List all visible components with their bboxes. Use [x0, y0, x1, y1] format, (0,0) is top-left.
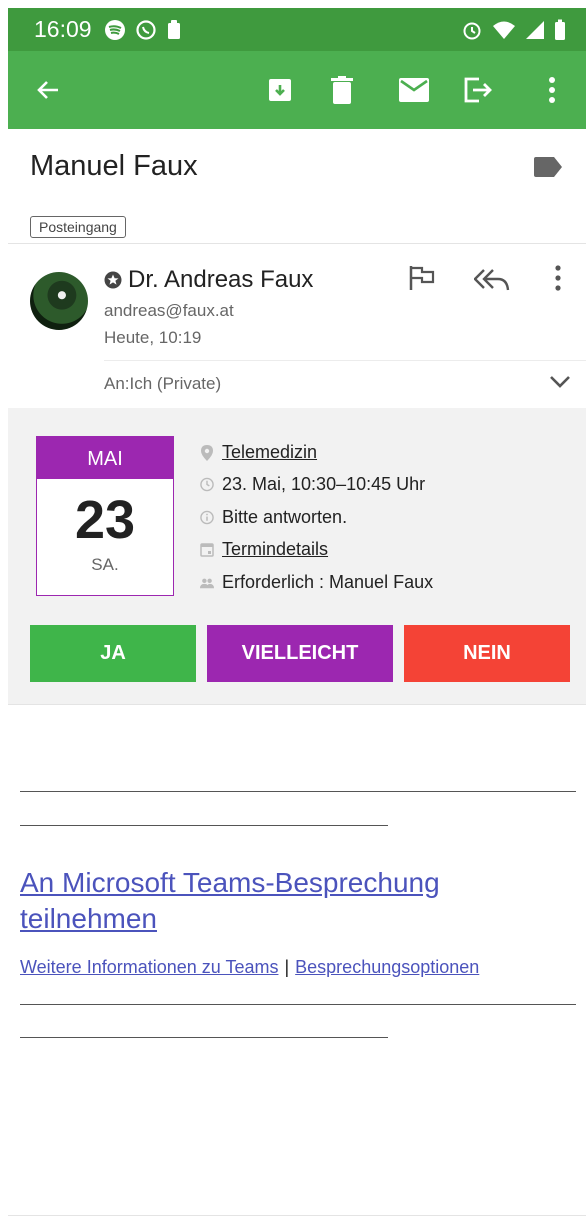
link-separator: | — [284, 957, 290, 977]
sender-row[interactable]: Dr. Andreas Faux — [104, 266, 313, 294]
invite-details-link[interactable]: Termindetails — [222, 539, 328, 560]
join-teams-meeting-link[interactable]: An Microsoft Teams-Besprechung teilnehme… — [20, 865, 560, 937]
reply-all-button[interactable] — [473, 268, 510, 297]
rsvp-no-button[interactable]: NEIN — [404, 625, 570, 682]
flag-icon — [409, 266, 435, 290]
folder-badge[interactable]: Posteingang — [30, 216, 126, 238]
expand-details-button[interactable] — [549, 375, 571, 394]
calendar-icon — [200, 543, 214, 557]
calendar-invite: MAI 23 SA. Telemedizin 23. Mai, 10:30–10… — [8, 408, 586, 704]
message-more-button[interactable] — [554, 265, 562, 296]
avatar[interactable] — [30, 272, 88, 330]
message-date: Heute, 10:19 — [104, 328, 202, 347]
more-vert-icon — [549, 77, 555, 103]
recipient-line[interactable]: An:Ich (Private) — [104, 374, 221, 394]
sender-name: Dr. Andreas Faux — [128, 266, 314, 293]
rsvp-yes-button[interactable]: JA — [30, 625, 196, 682]
divider — [104, 360, 586, 361]
alarm-icon — [463, 22, 481, 39]
info-icon — [200, 510, 214, 525]
mark-unread-button[interactable] — [394, 51, 434, 129]
invite-month: MAI — [37, 437, 173, 479]
divider — [8, 243, 586, 244]
mail-icon — [399, 78, 429, 102]
separator-line — [20, 1004, 576, 1005]
separator-line — [20, 825, 388, 826]
invite-attendees: Erforderlich : Manuel Faux — [222, 572, 434, 592]
clipboard-icon — [167, 19, 180, 39]
invite-time-row: 23. Mai, 10:30–10:45 Uhr — [200, 474, 425, 495]
wifi-icon — [493, 21, 515, 39]
battery-icon — [555, 19, 565, 40]
invite-reply-row: Bitte antworten. — [200, 507, 347, 528]
invite-weekday: SA. — [91, 555, 119, 574]
back-button[interactable] — [28, 51, 68, 129]
arrow-left-icon — [37, 81, 58, 99]
calendar-date-badge: MAI 23 SA. — [36, 436, 174, 596]
trash-icon — [331, 76, 353, 104]
chevron-down-icon — [550, 376, 570, 388]
invite-reply-request: Bitte antworten. — [222, 507, 348, 527]
invite-details-row: Termindetails — [200, 539, 328, 560]
archive-button[interactable] — [260, 51, 300, 129]
whatsapp-icon — [135, 19, 156, 40]
clock-icon — [200, 477, 214, 492]
rsvp-maybe-button[interactable]: VIELLEICHT — [207, 625, 393, 682]
message-subject: Manuel Faux — [30, 150, 198, 182]
flag-button[interactable] — [408, 265, 436, 296]
invite-day: 23 — [74, 490, 136, 550]
signal-icon — [526, 20, 544, 39]
label-icon — [534, 157, 562, 177]
move-button[interactable] — [458, 51, 498, 129]
more-options-button[interactable] — [532, 51, 572, 129]
archive-icon — [269, 79, 291, 101]
star-icon — [104, 271, 122, 289]
sender-email: andreas@faux.at — [104, 301, 234, 320]
move-icon — [464, 77, 492, 103]
divider — [8, 1215, 586, 1216]
meeting-options-link[interactable]: Besprechungsoptionen — [295, 957, 479, 978]
people-icon — [200, 578, 214, 588]
spotify-icon — [104, 19, 125, 40]
location-pin-icon — [201, 444, 213, 461]
teams-info-links: Weitere Informationen zu Teams | Besprec… — [20, 957, 479, 978]
separator-line — [20, 791, 576, 792]
status-time: 16:09 — [34, 16, 92, 42]
app-toolbar — [8, 51, 586, 129]
teams-info-link[interactable]: Weitere Informationen zu Teams — [20, 957, 278, 978]
reply-all-icon — [473, 269, 510, 291]
label-button[interactable] — [534, 157, 562, 182]
divider — [8, 704, 586, 705]
invite-attendees-row: Erforderlich : Manuel Faux — [200, 572, 433, 593]
separator-line — [20, 1037, 388, 1038]
invite-location-row: Telemedizin — [200, 442, 317, 463]
status-bar: 16:09 — [8, 8, 586, 51]
invite-location[interactable]: Telemedizin — [222, 442, 317, 463]
more-vert-icon — [555, 265, 561, 291]
invite-time: 23. Mai, 10:30–10:45 Uhr — [222, 474, 426, 494]
delete-button[interactable] — [322, 51, 362, 129]
